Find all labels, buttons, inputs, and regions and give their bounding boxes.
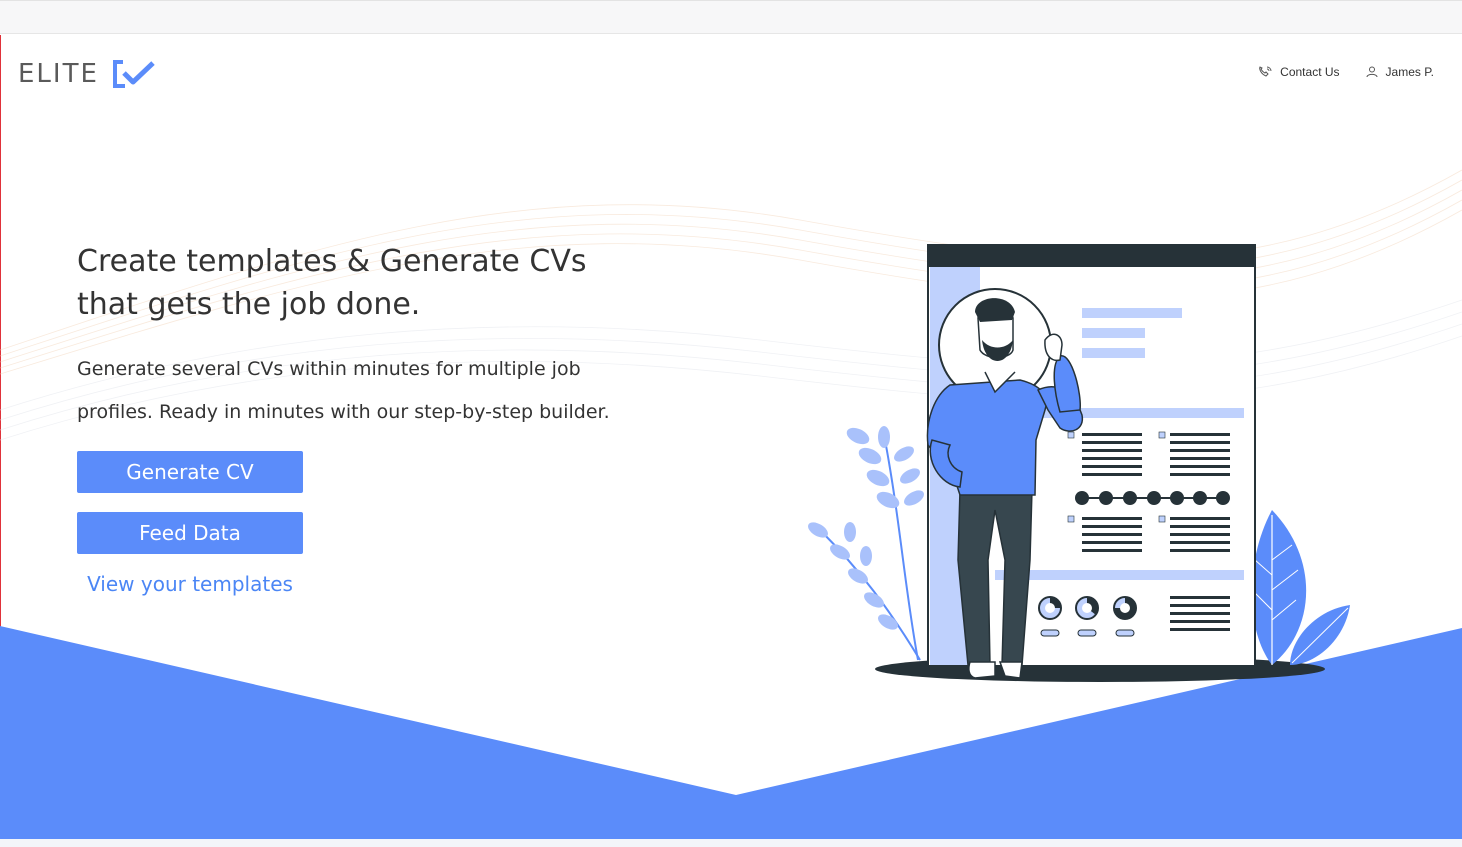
logo-text: ELITE [18,59,99,89]
top-nav: Contact Us James P. [1232,65,1434,79]
phone-icon [1259,66,1272,77]
plant-left-icon [808,426,924,661]
user-menu[interactable]: James P. [1366,65,1434,79]
user-icon [1366,66,1378,78]
description-line-2: profiles. Ready in minutes with our step… [77,401,610,423]
resume-illustration [808,244,1350,682]
description-line-1: Generate several CVs within minutes for … [77,358,581,380]
feed-data-button[interactable]: Feed Data [77,512,303,554]
view-templates-link[interactable]: View your templates [77,572,303,596]
donut-chart-icons [1038,596,1137,637]
generate-cv-button[interactable]: Generate CV [77,451,303,493]
headline-line-1: Create templates & Generate CVs [77,244,587,279]
site-header: ELITE Contact Us James P. [0,35,1462,115]
headline-line-2: that gets the job done. [77,287,421,322]
contact-us-label: Contact Us [1280,65,1340,79]
user-name: James P. [1385,65,1434,79]
logo[interactable]: ELITE [18,59,157,89]
page-title: Create templates & Generate CVs that get… [77,240,697,326]
checkmark-bracket-icon [112,60,155,88]
contact-us-link[interactable]: Contact Us [1258,65,1340,79]
page-footer-strip [0,839,1462,847]
hero-description: Generate several CVs within minutes for … [77,348,697,434]
hero-text: Create templates & Generate CVs that get… [77,240,697,434]
plant-right-icon [1251,510,1350,665]
